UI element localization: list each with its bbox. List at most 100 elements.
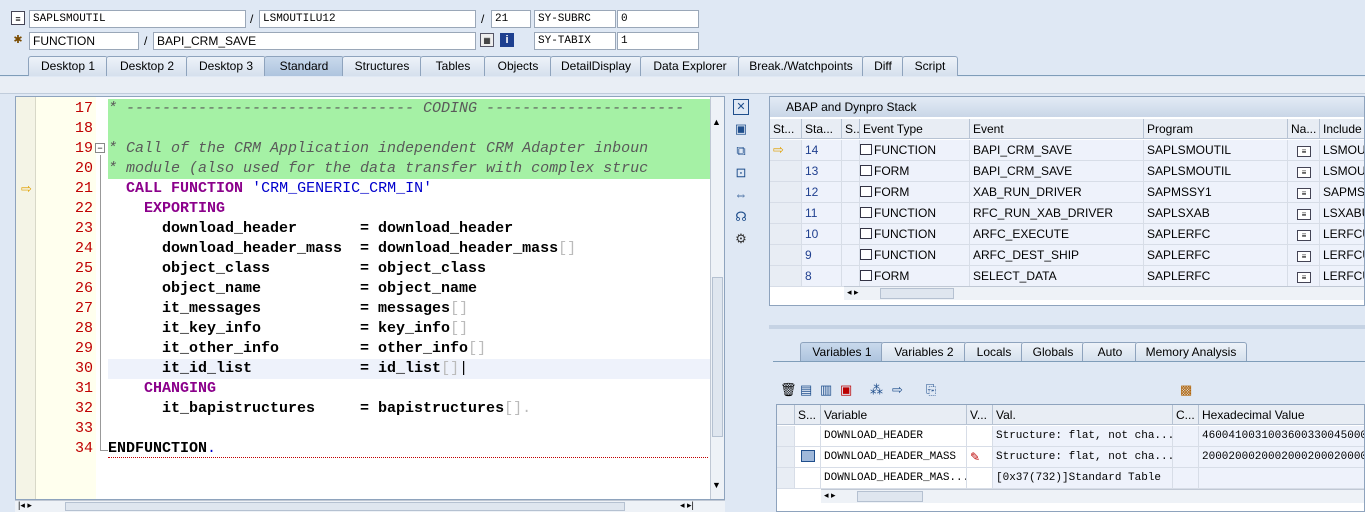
- stack-event-type[interactable]: FUNCTION: [860, 140, 970, 161]
- line-field[interactable]: 21: [491, 10, 531, 28]
- tab-diff[interactable]: Diff: [862, 56, 904, 76]
- program-field[interactable]: SAPLSMOUTIL: [29, 10, 246, 28]
- stack-status[interactable]: [842, 161, 860, 182]
- stack-level[interactable]: 10: [802, 224, 842, 245]
- sysvar-field[interactable]: SY-SUBRC: [534, 10, 616, 28]
- close-icon[interactable]: ✕: [733, 99, 749, 115]
- stack-include[interactable]: LERFCU: [1320, 266, 1364, 287]
- vars-hscroll-thumb[interactable]: [857, 491, 923, 502]
- var-status[interactable]: [795, 468, 821, 489]
- var-hex[interactable]: [1199, 468, 1364, 489]
- vartab-globals[interactable]: Globals: [1021, 342, 1085, 361]
- stack-program[interactable]: SAPLERFC: [1144, 224, 1288, 245]
- code-line[interactable]: object_class = object_class: [108, 259, 710, 279]
- stack-include[interactable]: LSMOUT: [1320, 161, 1364, 182]
- stack-include[interactable]: LSMOUT: [1320, 140, 1364, 161]
- navigate-icon[interactable]: ⇨: [892, 382, 903, 398]
- info-icon[interactable]: i: [500, 33, 514, 47]
- vars-row-selector[interactable]: [777, 468, 795, 489]
- stack-row-marker[interactable]: [770, 182, 802, 203]
- new-tool-icon[interactable]: ▣: [733, 121, 749, 137]
- vars-col-header[interactable]: C...: [1173, 405, 1199, 425]
- var-status[interactable]: [795, 426, 821, 447]
- stack-hscroll-thumb[interactable]: [880, 288, 954, 299]
- stack-row-marker[interactable]: [770, 245, 802, 266]
- stack-col-header[interactable]: Include: [1320, 119, 1364, 139]
- sysvar2-field[interactable]: SY-TABIX: [534, 32, 616, 50]
- vartab-variables-1[interactable]: Variables 1: [800, 342, 884, 361]
- var-change[interactable]: [967, 468, 993, 489]
- stack-program[interactable]: SAPMSSY1: [1144, 182, 1288, 203]
- code-line[interactable]: download_header_mass = download_header_m…: [108, 239, 710, 259]
- tab-desktop-3[interactable]: Desktop 3: [186, 56, 266, 76]
- stack-status[interactable]: [842, 266, 860, 287]
- var-value[interactable]: [0x37(732)]Standard Table: [993, 468, 1173, 489]
- stack-col-header[interactable]: Event: [970, 119, 1144, 139]
- stack-row-marker[interactable]: ⇨: [770, 140, 802, 161]
- navigate-source-icon[interactable]: ≡: [1297, 272, 1311, 283]
- event-type-field[interactable]: FUNCTION: [29, 32, 139, 50]
- vars-col-header[interactable]: Val.: [993, 405, 1173, 425]
- stack-col-header[interactable]: Event Type: [860, 119, 970, 139]
- tab-data-explorer[interactable]: Data Explorer: [640, 56, 740, 76]
- breakpoint-gutter[interactable]: [16, 97, 36, 499]
- detail-icon[interactable]: ▤: [800, 382, 812, 398]
- stack-status[interactable]: [842, 245, 860, 266]
- stack-level[interactable]: 13: [802, 161, 842, 182]
- detail2-icon[interactable]: ▥: [820, 382, 832, 398]
- tab-break-watchpoints[interactable]: Break./Watchpoints: [738, 56, 864, 76]
- code-line[interactable]: CHANGING: [108, 379, 710, 399]
- stack-include[interactable]: SAPMSS: [1320, 182, 1364, 203]
- stack-event[interactable]: XAB_RUN_DRIVER: [970, 182, 1144, 203]
- stack-program[interactable]: SAPLERFC: [1144, 245, 1288, 266]
- stack-status[interactable]: [842, 140, 860, 161]
- sysval2-field[interactable]: 1: [617, 32, 699, 50]
- code-line[interactable]: it_other_info = other_info[]: [108, 339, 710, 359]
- stack-level[interactable]: 9: [802, 245, 842, 266]
- navigate-source-icon[interactable]: ≡: [1297, 209, 1311, 220]
- code-line[interactable]: * module (also used for the data transfe…: [108, 159, 710, 179]
- display-icon[interactable]: ▦: [480, 33, 494, 47]
- vars-col-header[interactable]: V...: [967, 405, 993, 425]
- stack-nav[interactable]: ≡: [1288, 203, 1320, 224]
- navigate-source-icon[interactable]: ≡: [1297, 230, 1311, 241]
- vars-col-header[interactable]: Hexadecimal Value: [1199, 405, 1364, 425]
- stack-status[interactable]: [842, 182, 860, 203]
- vartab-auto[interactable]: Auto: [1082, 342, 1138, 361]
- stack-nav[interactable]: ≡: [1288, 245, 1320, 266]
- event-name-field[interactable]: BAPI_CRM_SAVE: [153, 32, 476, 50]
- stack-row-marker[interactable]: [770, 203, 802, 224]
- code-line[interactable]: download_header = download_header: [108, 219, 710, 239]
- stack-event-type[interactable]: FORM: [860, 182, 970, 203]
- scroll-right-icon[interactable]: ◂ ▸|: [680, 500, 694, 511]
- code-line[interactable]: it_messages = messages[]: [108, 299, 710, 319]
- stack-nav[interactable]: ≡: [1288, 266, 1320, 287]
- stack-event[interactable]: RFC_RUN_XAB_DRIVER: [970, 203, 1144, 224]
- code-line[interactable]: it_key_info = key_info[]: [108, 319, 710, 339]
- tab-tables[interactable]: Tables: [420, 56, 486, 76]
- var-hex[interactable]: 2000200020002000200020000: [1199, 447, 1364, 468]
- var-status[interactable]: [795, 447, 821, 468]
- code-line[interactable]: object_name = object_name: [108, 279, 710, 299]
- editor-hscroll[interactable]: |◂ ▸ ◂ ▸|: [15, 500, 725, 512]
- stack-program[interactable]: SAPLSXAB: [1144, 203, 1288, 224]
- stack-row-marker[interactable]: [770, 224, 802, 245]
- tab-desktop-2[interactable]: Desktop 2: [106, 56, 188, 76]
- panel-divider[interactable]: [769, 325, 1365, 329]
- var-value[interactable]: Structure: flat, not cha...: [993, 426, 1173, 447]
- disk-icon[interactable]: ▩: [1180, 382, 1192, 398]
- stack-event[interactable]: ARFC_EXECUTE: [970, 224, 1144, 245]
- stack-hscroll[interactable]: ◂ ▸: [844, 286, 1364, 300]
- stack-program[interactable]: SAPLERFC: [1144, 266, 1288, 287]
- stack-row-marker[interactable]: [770, 161, 802, 182]
- stack-event-type[interactable]: FUNCTION: [860, 245, 970, 266]
- var-value[interactable]: Structure: flat, not cha...: [993, 447, 1173, 468]
- scroll-up-icon[interactable]: ▲: [712, 117, 721, 127]
- stack-col-header[interactable]: Program: [1144, 119, 1288, 139]
- stack-status[interactable]: [842, 224, 860, 245]
- save-var-icon[interactable]: ▣: [840, 382, 852, 398]
- tab-structures[interactable]: Structures: [342, 56, 422, 76]
- code-line[interactable]: ENDFUNCTION.: [108, 439, 710, 459]
- stack-col-header[interactable]: Sta...: [802, 119, 842, 139]
- var-name[interactable]: DOWNLOAD_HEADER: [821, 426, 967, 447]
